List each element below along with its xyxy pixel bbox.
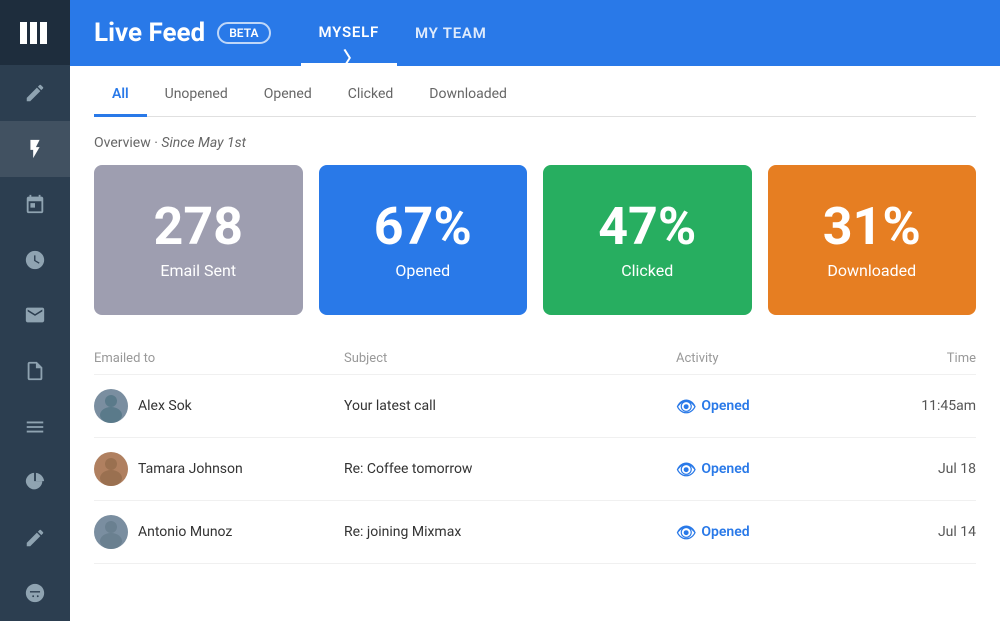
filter-tab-downloaded[interactable]: Downloaded bbox=[411, 74, 525, 117]
filter-tabs: All Unopened Opened Clicked Downloaded bbox=[94, 66, 976, 117]
stat-email-sent-value: 278 bbox=[153, 201, 243, 253]
eye-icon: 👁 bbox=[676, 397, 696, 416]
filter-tab-all[interactable]: All bbox=[94, 74, 147, 117]
stat-downloaded-label: Downloaded bbox=[827, 261, 916, 280]
activity-cell: 👁 Opened bbox=[676, 460, 856, 479]
main-content: Live Feed BETA MYSELF 〉 MY TEAM All Unop… bbox=[70, 0, 1000, 621]
col-activity: Activity bbox=[676, 351, 856, 366]
col-subject: Subject bbox=[344, 351, 676, 366]
col-emailed-to: Emailed to bbox=[94, 351, 344, 366]
contact-cell: Alex Sok bbox=[94, 389, 344, 423]
col-time: Time bbox=[856, 351, 976, 366]
app-title: Live Feed bbox=[94, 18, 205, 48]
stats-row: 278 Email Sent 67% Opened 47% Clicked 31… bbox=[94, 165, 976, 315]
activity-cell: 👁 Opened bbox=[676, 397, 856, 416]
table-row[interactable]: Tamara Johnson Re: Coffee tomorrow 👁 Ope… bbox=[94, 438, 976, 501]
time-cell: Jul 14 bbox=[856, 524, 976, 540]
eye-icon: 👁 bbox=[676, 460, 696, 479]
sidebar bbox=[0, 0, 70, 621]
sidebar-item-edit[interactable] bbox=[0, 65, 70, 121]
stat-card-downloaded: 31% Downloaded bbox=[768, 165, 977, 315]
stat-card-opened: 67% Opened bbox=[319, 165, 528, 315]
avatar bbox=[94, 515, 128, 549]
contact-name: Antonio Munoz bbox=[138, 524, 232, 540]
sidebar-item-smiley[interactable] bbox=[0, 565, 70, 621]
sidebar-item-chart[interactable] bbox=[0, 454, 70, 510]
time-cell: 11:45am bbox=[856, 398, 976, 414]
stat-downloaded-value: 31% bbox=[823, 201, 921, 253]
table-header: Emailed to Subject Activity Time bbox=[94, 343, 976, 375]
subject-cell: Your latest call bbox=[344, 398, 676, 414]
beta-badge: BETA bbox=[217, 22, 270, 44]
app-logo bbox=[0, 0, 70, 65]
content-area: All Unopened Opened Clicked Downloaded O… bbox=[70, 66, 1000, 621]
avatar bbox=[94, 452, 128, 486]
filter-tab-unopened[interactable]: Unopened bbox=[147, 74, 246, 117]
stat-clicked-label: Clicked bbox=[621, 261, 673, 280]
stat-opened-label: Opened bbox=[395, 261, 450, 280]
stat-card-clicked: 47% Clicked bbox=[543, 165, 752, 315]
subject-cell: Re: joining Mixmax bbox=[344, 524, 676, 540]
nav-tab-myteam[interactable]: MY TEAM bbox=[397, 0, 505, 66]
filter-tab-clicked[interactable]: Clicked bbox=[330, 74, 412, 117]
filter-tab-opened[interactable]: Opened bbox=[246, 74, 330, 117]
contact-cell: Tamara Johnson bbox=[94, 452, 344, 486]
contact-name: Alex Sok bbox=[138, 398, 192, 414]
sidebar-item-calendar[interactable] bbox=[0, 177, 70, 233]
eye-icon: 👁 bbox=[676, 523, 696, 542]
stat-card-email-sent: 278 Email Sent bbox=[94, 165, 303, 315]
sidebar-item-mail[interactable] bbox=[0, 288, 70, 344]
app-header: Live Feed BETA MYSELF 〉 MY TEAM bbox=[70, 0, 1000, 66]
stat-email-sent-label: Email Sent bbox=[160, 261, 236, 280]
sidebar-item-list[interactable] bbox=[0, 399, 70, 455]
overview-header: Overview · Since May 1st bbox=[94, 117, 976, 165]
avatar bbox=[94, 389, 128, 423]
header-nav: MYSELF 〉 MY TEAM bbox=[301, 0, 505, 66]
time-cell: Jul 18 bbox=[856, 461, 976, 477]
table-row[interactable]: Antonio Munoz Re: joining Mixmax 👁 Opene… bbox=[94, 501, 976, 564]
subject-cell: Re: Coffee tomorrow bbox=[344, 461, 676, 477]
sidebar-item-document[interactable] bbox=[0, 343, 70, 399]
stat-clicked-value: 47% bbox=[598, 201, 696, 253]
sidebar-item-clock[interactable] bbox=[0, 232, 70, 288]
contact-cell: Antonio Munoz bbox=[94, 515, 344, 549]
sidebar-item-lightning[interactable] bbox=[0, 121, 70, 177]
table-row[interactable]: Alex Sok Your latest call 👁 Opened 11:45… bbox=[94, 375, 976, 438]
activity-cell: 👁 Opened bbox=[676, 523, 856, 542]
sidebar-item-pencil[interactable] bbox=[0, 510, 70, 566]
contact-name: Tamara Johnson bbox=[138, 461, 243, 477]
stat-opened-value: 67% bbox=[374, 201, 472, 253]
nav-tab-myself[interactable]: MYSELF 〉 bbox=[301, 0, 398, 66]
cursor-icon: 〉 bbox=[343, 45, 362, 71]
